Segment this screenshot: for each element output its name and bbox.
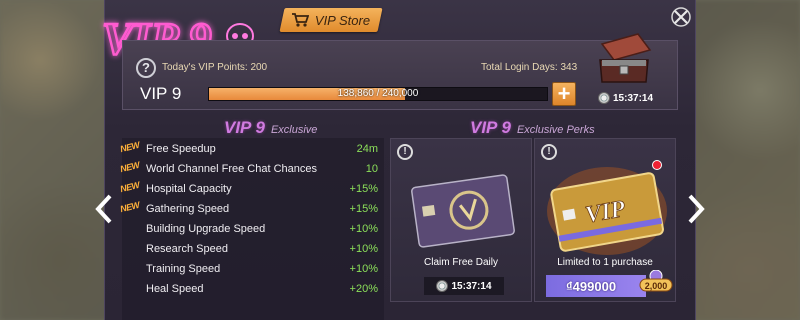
exclusive-item-value: +10% — [349, 243, 378, 255]
exclusive-item-value: +20% — [349, 283, 378, 295]
chest-timer-text: 15:37:14 — [613, 92, 654, 104]
exclusive-item-value: +10% — [349, 263, 378, 275]
shopping-cart-icon — [292, 13, 310, 27]
exclusive-title-label: Exclusive — [270, 124, 318, 136]
new-badge: NEW — [119, 199, 141, 215]
vip-store-label: VIP Store — [315, 12, 371, 28]
new-badge: NEW — [119, 179, 141, 195]
chest-timer: 15:37:14 — [598, 92, 653, 104]
exclusive-item-name: Research Speed — [146, 243, 228, 255]
exclusive-item-name: Heal Speed — [146, 283, 204, 295]
exclusive-item-value: +15% — [349, 183, 378, 195]
close-icon[interactable] — [670, 6, 692, 28]
exclusive-list-item: Heal Speed +20% — [120, 280, 378, 300]
buy-button[interactable]: ₫499000 — [546, 275, 646, 297]
exclusive-item-value: +15% — [349, 203, 378, 215]
exclusive-item-name: Gathering Speed — [146, 203, 230, 215]
total-login-days: Total Login Days: 343 — [481, 62, 578, 73]
exclusive-item-name: World Channel Free Chat Chances — [146, 163, 317, 175]
exclusive-title-vip: VIP 9 — [224, 118, 265, 137]
exclusive-list-item: Training Speed +10% — [120, 260, 378, 280]
exclusive-list-item: NEW World Channel Free Chat Chances 10 — [119, 159, 378, 180]
vip-progress-text: 138,860 / 240,000 — [337, 88, 419, 99]
exclusive-list-item: NEW Gathering Speed +15% — [119, 199, 378, 220]
clock-icon — [598, 92, 610, 104]
exclusive-item-name: Building Upgrade Speed — [146, 223, 266, 235]
exclusive-item-value: 24m — [356, 143, 378, 155]
exclusive-item-name: Hospital Capacity — [146, 183, 232, 195]
perks-title-label: Exclusive Perks — [516, 124, 595, 136]
vip-store-button[interactable]: VIP Store — [279, 8, 383, 32]
previous-arrow-icon[interactable] — [94, 194, 114, 224]
free-card-timer: 15:37:14 — [424, 277, 504, 295]
exclusive-item-name: Training Speed — [146, 263, 221, 275]
next-arrow-icon[interactable] — [686, 194, 706, 224]
exclusive-item-value: +10% — [349, 223, 378, 235]
free-card-caption: Claim Free Daily — [424, 257, 498, 268]
clock-icon — [436, 280, 449, 292]
paid-card-caption: Limited to 1 purchase — [557, 257, 653, 268]
price-text: ₫499000 — [566, 278, 617, 294]
vip-card-silver-icon — [411, 174, 515, 248]
exclusive-list-item: Research Speed +10% — [120, 240, 378, 260]
notification-dot — [652, 160, 662, 170]
treasure-chest-icon[interactable] — [592, 30, 656, 90]
exclusive-list-item: NEW Hospital Capacity +15% — [119, 179, 378, 200]
exclusive-list-item: Building Upgrade Speed +10% — [120, 220, 378, 240]
bonus-badge: 2,000 — [639, 270, 673, 292]
perks-title-vip: VIP 9 — [470, 118, 511, 137]
exclusive-item-value: 10 — [365, 163, 378, 175]
exclusive-item-name: Free Speedup — [146, 143, 216, 155]
vip-progress-bar: 138,860 / 240,000 — [208, 87, 548, 101]
help-icon[interactable]: ? — [136, 58, 156, 78]
info-icon[interactable]: ! — [541, 144, 557, 160]
free-card-timer-text: 15:37:14 — [451, 280, 492, 292]
vip-level-label: VIP 9 — [140, 84, 182, 103]
new-badge: NEW — [119, 139, 141, 155]
svg-text:2,000: 2,000 — [645, 281, 668, 291]
vip-card-gold-icon: VIP — [547, 167, 667, 255]
new-badge: NEW — [119, 159, 141, 175]
todays-vip-points: Today's VIP Points: 200 — [162, 62, 268, 73]
exclusive-section-title: VIP 9 Exclusive — [224, 118, 317, 138]
exclusive-list-item: NEW Free Speedup 24m — [119, 139, 378, 160]
add-vip-points-button[interactable]: + — [552, 82, 576, 106]
perks-section-title: VIP 9 Exclusive Perks — [470, 118, 595, 138]
info-icon[interactable]: ! — [397, 144, 413, 160]
